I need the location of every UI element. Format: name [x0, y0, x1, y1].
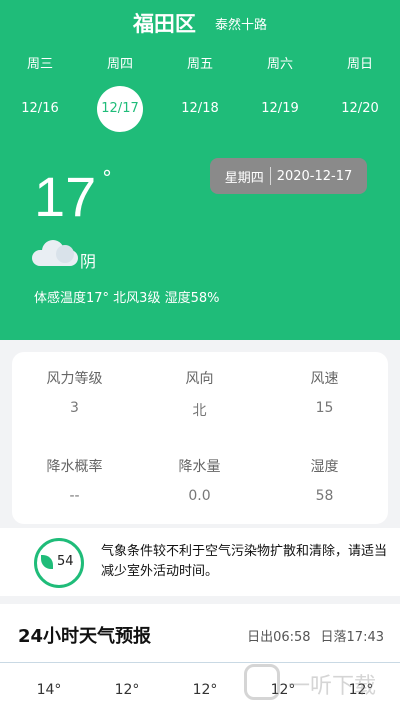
day-item[interactable]: 周六 12/19 [240, 54, 320, 132]
day-date: 12/19 [261, 101, 299, 116]
day-date: 12/18 [181, 101, 219, 116]
detail-wind-level: 风力等级 3 [12, 368, 137, 420]
day-weekday: 周四 [106, 57, 133, 72]
detail-wind-speed: 风速 15 [262, 368, 387, 420]
forecast-title: 24小时天气预报 [18, 626, 152, 647]
detail-value: 北 [192, 403, 207, 419]
watermark: 一听下载 [244, 660, 394, 704]
date-separator [269, 167, 271, 185]
aqi-advice: 气象条件较不利于空气污染物扩散和清除，请适当减少室外活动时间。 [101, 544, 388, 579]
day-date: 12/20 [341, 101, 379, 116]
sunrise-time: 日出06:58 [247, 630, 311, 645]
current-weekday: 星期四 [224, 170, 264, 186]
day-item[interactable]: 周五 12/18 [160, 54, 240, 132]
day-selector: 周三 12/16 周四 12/17 周五 12/18 周六 12/19 周日 1… [0, 54, 400, 132]
day-weekday: 周日 [346, 57, 373, 72]
air-quality-section: 54 气象条件较不利于空气污染物扩散和清除，请适当减少室外活动时间。 [0, 528, 400, 596]
sunset-time: 日落17:43 [320, 630, 384, 645]
detail-label: 湿度 [310, 459, 339, 475]
aqi-badge[interactable]: 54 [34, 538, 84, 588]
day-weekday: 周六 [266, 57, 293, 72]
weather-header: 福田区 泰然十路 周三 12/16 周四 12/17 周五 12/18 周六 1… [0, 0, 400, 340]
hour-temp: 14° [36, 682, 62, 698]
day-weekday: 周三 [26, 57, 53, 72]
weather-details-card: 风力等级 3 风向 北 风速 15 降水概率 -- 降水量 0.0 湿度 58 [12, 352, 388, 524]
degree-symbol: ° [102, 166, 112, 190]
day-item[interactable]: 周日 12/20 [320, 54, 400, 132]
detail-value: 0.0 [188, 488, 211, 504]
detail-humidity: 湿度 58 [262, 456, 387, 508]
detail-value: 58 [315, 488, 334, 504]
hour-temp: 12° [114, 682, 140, 698]
location-title[interactable]: 福田区 泰然十路 [0, 8, 400, 38]
current-date: 2020-12-17 [276, 168, 353, 184]
detail-value: -- [69, 488, 80, 504]
sun-times: 日出06:58 日落17:43 [247, 626, 384, 645]
detail-value: 15 [315, 400, 334, 416]
detail-label: 降水量 [178, 459, 221, 475]
aqi-value: 54 [57, 554, 74, 569]
day-item[interactable]: 周三 12/16 [0, 54, 80, 132]
watermark-logo-icon [244, 664, 280, 700]
detail-label: 风向 [185, 371, 214, 387]
detail-label: 风速 [310, 371, 339, 387]
detail-label: 风力等级 [46, 371, 103, 387]
feels-like-line: 体感温度17° 北风3级 湿度58% [34, 291, 220, 306]
watermark-text: 一听下载 [288, 674, 377, 699]
cloud-icon [32, 240, 78, 266]
detail-precip-amount: 降水量 0.0 [137, 456, 262, 508]
day-date: 12/16 [21, 101, 59, 116]
weather-condition: 阴 [80, 252, 97, 271]
hour-temp: 12° [192, 682, 218, 698]
detail-wind-direction: 风向 北 [137, 368, 262, 420]
detail-precip-probability: 降水概率 -- [12, 456, 137, 508]
leaf-icon [41, 555, 53, 569]
detail-value: 3 [70, 400, 79, 416]
day-date: 12/17 [97, 86, 143, 132]
day-weekday: 周五 [186, 57, 213, 72]
district-name: 泰然十路 [215, 17, 268, 33]
current-date-badge: 星期四 2020-12-17 [210, 158, 367, 194]
city-name: 福田区 [132, 12, 196, 36]
day-item-selected[interactable]: 周四 12/17 [80, 54, 160, 132]
detail-label: 降水概率 [46, 459, 103, 475]
current-temperature: 17 [34, 165, 97, 228]
